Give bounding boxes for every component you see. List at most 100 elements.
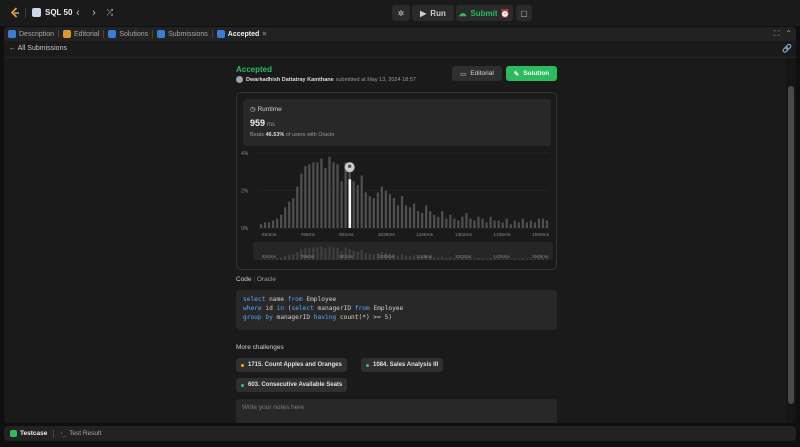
problem-list-title[interactable]: SQL 50 bbox=[45, 8, 72, 17]
avatar[interactable] bbox=[236, 76, 243, 83]
tab-solutions[interactable]: Solutions bbox=[104, 27, 152, 41]
histogram-bar[interactable] bbox=[308, 164, 311, 228]
tab-description[interactable]: Description bbox=[4, 27, 58, 41]
histogram-bar[interactable] bbox=[292, 198, 295, 228]
histogram-bar[interactable] bbox=[380, 186, 383, 228]
next-problem-icon[interactable]: › bbox=[88, 6, 100, 20]
histogram-bar[interactable] bbox=[263, 222, 267, 228]
histogram-bar[interactable] bbox=[412, 203, 416, 228]
histogram-bar[interactable] bbox=[284, 207, 287, 228]
histogram-bar[interactable] bbox=[477, 216, 480, 228]
histogram-bar[interactable] bbox=[437, 216, 440, 228]
histogram-bar[interactable] bbox=[513, 220, 516, 229]
histogram-bar[interactable] bbox=[485, 222, 488, 228]
histogram-bar[interactable] bbox=[320, 158, 323, 228]
histogram-bar[interactable] bbox=[300, 173, 303, 228]
histogram-bar[interactable] bbox=[433, 214, 436, 228]
histogram-bar[interactable] bbox=[271, 220, 275, 229]
tab-editorial[interactable]: Editorial bbox=[59, 27, 103, 41]
histogram-bar[interactable] bbox=[267, 222, 271, 228]
prev-problem-icon[interactable]: ‹ bbox=[72, 6, 84, 20]
histogram-bar[interactable] bbox=[429, 211, 432, 228]
tab-testcase[interactable]: Testcase bbox=[4, 430, 53, 437]
histogram-bar[interactable] bbox=[525, 222, 528, 228]
histogram-bar[interactable] bbox=[376, 192, 379, 228]
challenge-chip[interactable]: 603. Consecutive Available Seats bbox=[236, 378, 348, 392]
histogram-bar[interactable] bbox=[364, 192, 367, 228]
shuffle-icon[interactable]: ⤮ bbox=[104, 6, 116, 20]
histogram-bar[interactable] bbox=[340, 181, 343, 228]
histogram-bar[interactable] bbox=[316, 162, 319, 228]
histogram-bar[interactable] bbox=[481, 218, 484, 228]
histogram-bar[interactable] bbox=[384, 190, 387, 229]
histogram-bar[interactable] bbox=[545, 220, 549, 229]
histogram-bar[interactable] bbox=[537, 218, 541, 228]
runtime-distribution-chart[interactable]: 4% 2% 0% 634ms 768ms 901ms 1035ms 1168ms 1302ms 1… bbox=[237, 148, 558, 270]
histogram-bar[interactable] bbox=[509, 224, 512, 228]
histogram-bar[interactable] bbox=[465, 213, 468, 228]
histogram-bar[interactable] bbox=[441, 211, 444, 228]
tab-test-result[interactable]: ›_ Test Result bbox=[54, 430, 107, 437]
leetcode-logo-icon[interactable] bbox=[9, 7, 21, 19]
tab-accepted[interactable]: Accepted × bbox=[213, 27, 271, 41]
histogram-bar[interactable] bbox=[352, 181, 355, 228]
histogram-bar[interactable] bbox=[368, 196, 371, 228]
histogram-bar[interactable] bbox=[372, 198, 375, 228]
histogram-bar[interactable] bbox=[445, 218, 448, 228]
histogram-bar[interactable] bbox=[473, 220, 476, 229]
notes-input[interactable]: Write your notes here bbox=[236, 399, 557, 423]
username[interactable]: Dwarkadhish Dattatray Kamthane bbox=[246, 77, 334, 83]
histogram-bar[interactable] bbox=[449, 214, 452, 228]
scrollbar-thumb[interactable] bbox=[788, 86, 794, 404]
challenge-chip[interactable]: 1084. Sales Analysis III bbox=[361, 358, 444, 372]
run-button[interactable]: ▶ Run bbox=[412, 5, 454, 21]
submit-button[interactable]: ☁ Submit bbox=[456, 5, 500, 21]
histogram-bar[interactable] bbox=[541, 218, 545, 228]
histogram-bar[interactable] bbox=[276, 218, 279, 228]
histogram-bar[interactable] bbox=[497, 220, 500, 229]
histogram-bar[interactable] bbox=[469, 218, 472, 228]
notes-button[interactable]: ▢ bbox=[516, 5, 532, 21]
histogram-bar[interactable] bbox=[505, 218, 508, 228]
histogram-bar[interactable] bbox=[400, 196, 404, 228]
histogram-bar[interactable] bbox=[493, 220, 496, 229]
histogram-bar[interactable] bbox=[259, 224, 263, 228]
collapse-icon[interactable]: ⌃ bbox=[785, 29, 792, 39]
histogram-bar[interactable] bbox=[336, 164, 339, 228]
histogram-bar[interactable] bbox=[288, 201, 291, 228]
histogram-bar[interactable] bbox=[416, 211, 420, 228]
histogram-bar[interactable] bbox=[304, 166, 307, 228]
problem-list-icon[interactable] bbox=[32, 8, 41, 17]
close-tab-icon[interactable]: × bbox=[262, 31, 266, 38]
debug-button[interactable]: ✲ bbox=[392, 5, 410, 21]
fullscreen-icon[interactable]: ⛶ bbox=[774, 29, 780, 39]
histogram-bar[interactable] bbox=[356, 184, 359, 228]
histogram-bar[interactable] bbox=[517, 222, 520, 228]
histogram-bar[interactable] bbox=[360, 175, 363, 229]
histogram-bar[interactable] bbox=[453, 218, 456, 228]
histogram-bar[interactable] bbox=[396, 205, 400, 229]
histogram-bar[interactable] bbox=[344, 162, 347, 228]
code-block[interactable]: select name from Employee where id in (se… bbox=[236, 290, 557, 330]
tab-submissions[interactable]: Submissions bbox=[153, 27, 212, 41]
histogram-bar[interactable] bbox=[521, 218, 524, 228]
runtime-summary[interactable]: ◷ Runtime 959 ms Beats 46.53% of users wi… bbox=[243, 99, 551, 146]
histogram-bar[interactable] bbox=[404, 205, 408, 229]
histogram-bar[interactable] bbox=[529, 220, 532, 229]
histogram-bar[interactable] bbox=[425, 205, 428, 229]
all-submissions-link[interactable]: ← All Submissions bbox=[9, 45, 67, 52]
histogram-bar[interactable] bbox=[392, 198, 396, 228]
histogram-bar[interactable] bbox=[533, 222, 537, 228]
histogram-bar[interactable] bbox=[457, 220, 460, 229]
histogram-bar[interactable] bbox=[312, 162, 315, 228]
editorial-button[interactable]: ▭ Editorial bbox=[452, 66, 502, 81]
timer-button[interactable]: ⏰ bbox=[497, 5, 513, 21]
histogram-bar[interactable] bbox=[280, 214, 283, 228]
highlight-bar[interactable] bbox=[348, 179, 352, 228]
challenge-chip[interactable]: 1715. Count Apples and Oranges bbox=[236, 358, 347, 372]
solution-button[interactable]: ✎ Solution bbox=[506, 66, 557, 81]
histogram-bar[interactable] bbox=[296, 186, 299, 228]
histogram-bar[interactable] bbox=[388, 194, 392, 228]
histogram-bar[interactable] bbox=[328, 156, 331, 228]
share-link-icon[interactable]: 🔗 bbox=[782, 44, 792, 53]
